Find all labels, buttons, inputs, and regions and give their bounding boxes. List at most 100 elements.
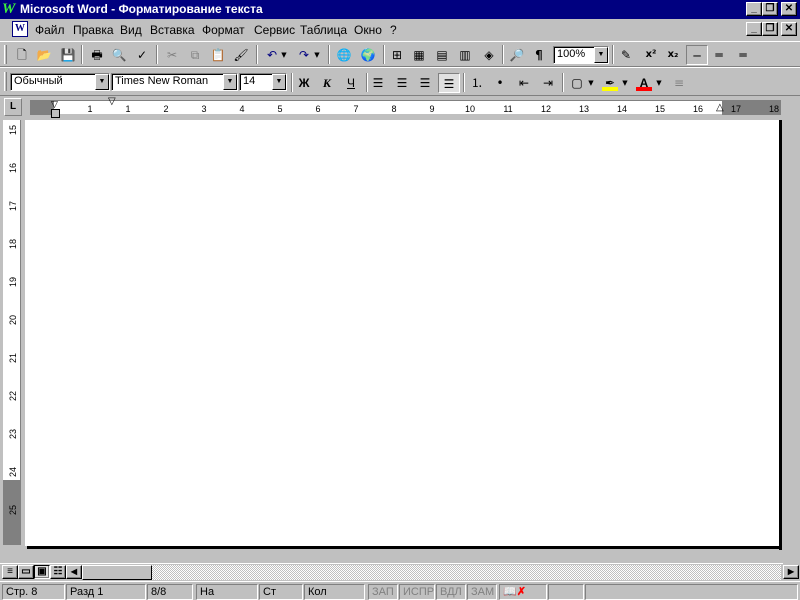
restore-button[interactable]: ❐	[762, 2, 778, 16]
paste-button[interactable]: 📋	[207, 45, 229, 65]
bullets-button[interactable]: •	[489, 73, 511, 93]
status-line: Ст	[259, 584, 303, 600]
doc-restore-button[interactable]: ❐	[762, 22, 778, 36]
font-select[interactable]: Times New Roman ▼	[111, 73, 238, 91]
highlight-button[interactable]: ✒	[599, 73, 621, 93]
status-overtype[interactable]: ЗАМ	[467, 584, 497, 600]
print-layout-view-button[interactable]: ▣	[34, 565, 50, 579]
zoom-select[interactable]: 100% ▼	[553, 46, 609, 64]
tables-borders-button[interactable]: ⊞	[386, 45, 408, 65]
toolbar-grip[interactable]	[4, 45, 7, 64]
word-app-icon[interactable]: W	[2, 2, 18, 17]
line-spacing-1-5-button[interactable]: ═	[708, 45, 730, 65]
font-value: Times New Roman	[115, 75, 209, 87]
web-layout-view-button[interactable]: ▭	[18, 565, 34, 579]
align-left-button[interactable]: ☰	[367, 73, 389, 93]
superscript-button[interactable]: x²	[640, 45, 662, 65]
line-spacing-double-button[interactable]: ═	[732, 45, 754, 65]
highlight-dropdown[interactable]: ▼	[620, 73, 630, 93]
menu-format[interactable]: Формат	[202, 23, 245, 37]
align-right-button[interactable]: ☰	[414, 73, 436, 93]
font-color-dropdown[interactable]: ▼	[654, 73, 664, 93]
spelling-button[interactable]: ✓	[131, 45, 153, 65]
numbering-button[interactable]: ⒈	[466, 73, 488, 93]
normal-view-button[interactable]: ≡	[2, 565, 18, 579]
minimize-icon: _	[751, 3, 757, 14]
doc-close-button[interactable]: ✕	[781, 22, 797, 36]
save-disk-icon: 💾	[60, 48, 76, 62]
scroll-right-button[interactable]: ▶	[783, 565, 799, 579]
undo-dropdown[interactable]: ▼	[279, 45, 289, 65]
insert-table-button[interactable]: ▦	[408, 45, 430, 65]
horizontal-ruler-strip[interactable]: 112345678910111213141516171819	[30, 100, 781, 115]
right-indent-marker[interactable]: △	[716, 103, 724, 113]
increase-indent-button[interactable]: ⇥	[537, 73, 559, 93]
hanging-indent-marker[interactable]: ▽	[108, 97, 116, 107]
menu-insert[interactable]: Вставка	[150, 23, 195, 37]
office-assistant-button[interactable]: ✎	[615, 45, 637, 65]
menu-window[interactable]: Окно	[354, 23, 382, 37]
drawing-button[interactable]: ◈	[478, 45, 500, 65]
redo-dropdown[interactable]: ▼	[312, 45, 322, 65]
status-record-macro[interactable]: ЗАП	[368, 584, 398, 600]
show-hide-button[interactable]: ¶	[528, 45, 550, 65]
web-toolbar-button[interactable]: 🌍	[357, 45, 379, 65]
menu-file[interactable]: Файл	[35, 23, 65, 37]
first-line-indent-marker[interactable]: ▽	[51, 100, 58, 109]
underline-button[interactable]: Ч	[340, 73, 362, 93]
document-page[interactable]	[25, 120, 779, 546]
doc-minimize-button[interactable]: _	[746, 22, 762, 36]
toolbar-grip[interactable]	[4, 72, 7, 91]
insert-excel-button[interactable]: ▤	[431, 45, 453, 65]
copy-button[interactable]: ⧉	[184, 45, 206, 65]
insert-hyperlink-button[interactable]: 🌐	[333, 45, 355, 65]
minimize-button[interactable]: _	[746, 2, 762, 16]
horizontal-scroll-track[interactable]	[152, 565, 781, 580]
vertical-scrollbar[interactable]	[783, 98, 800, 563]
ruler-tick-label: 8	[391, 104, 397, 114]
chevron-down-icon[interactable]: ▼	[272, 74, 286, 90]
menu-help[interactable]: ?	[390, 23, 397, 37]
status-spelling[interactable]: 📖✗	[499, 584, 547, 600]
scroll-left-button[interactable]: ◀	[66, 565, 82, 579]
line-spacing-single-button[interactable]: ─	[686, 45, 708, 65]
horizontal-scroll-thumb[interactable]	[82, 565, 152, 580]
menu-view[interactable]: Вид	[120, 23, 142, 37]
print-preview-button[interactable]: 🔍	[108, 45, 130, 65]
decrease-indent-button[interactable]: ⇤	[513, 73, 535, 93]
justify-button[interactable]: ☰	[438, 73, 460, 93]
document-icon[interactable]: W	[12, 21, 28, 37]
bold-button[interactable]: Ж	[293, 73, 315, 93]
chevron-down-icon[interactable]: ▼	[594, 47, 608, 63]
close-button[interactable]: ✕	[781, 2, 797, 16]
style-select[interactable]: Обычный ▼	[10, 73, 110, 91]
print-button[interactable]: 🖶	[86, 45, 108, 65]
menu-table[interactable]: Таблица	[300, 23, 347, 37]
status-extend[interactable]: ВДЛ	[436, 584, 466, 600]
borders-dropdown[interactable]: ▼	[586, 73, 596, 93]
font-color-button[interactable]: A	[633, 73, 655, 93]
chevron-down-icon[interactable]: ▼	[223, 74, 237, 90]
character-style-button[interactable]: ≡	[668, 73, 690, 93]
cut-button[interactable]: ✂	[161, 45, 183, 65]
open-button[interactable]: 📂	[33, 45, 55, 65]
align-center-button[interactable]: ☰	[391, 73, 413, 93]
outline-view-button[interactable]: ☷	[50, 565, 66, 579]
new-document-button[interactable]: 🗋	[11, 45, 33, 65]
menu-tools[interactable]: Сервис	[254, 23, 295, 37]
document-map-button[interactable]: 🔎	[506, 45, 528, 65]
borders-button[interactable]: ▢	[566, 73, 588, 93]
columns-button[interactable]: ▥	[454, 45, 476, 65]
left-indent-marker[interactable]	[51, 109, 60, 118]
status-track-changes[interactable]: ИСПР	[399, 584, 435, 600]
italic-button[interactable]: К	[316, 73, 338, 93]
format-painter-button[interactable]: 🖌	[230, 45, 252, 65]
vertical-ruler[interactable]: 15 16 17 18 19 20 21 22 23 24 25	[3, 120, 21, 545]
subscript-button[interactable]: x₂	[662, 45, 684, 65]
font-size-select[interactable]: 14 ▼	[239, 73, 287, 91]
menu-edit[interactable]: Правка	[73, 23, 114, 37]
tab-stop-selector[interactable]: L	[4, 98, 22, 116]
chevron-down-icon[interactable]: ▼	[95, 74, 109, 90]
ruler-tick-label: 15	[654, 104, 665, 114]
save-button[interactable]: 💾	[57, 45, 79, 65]
